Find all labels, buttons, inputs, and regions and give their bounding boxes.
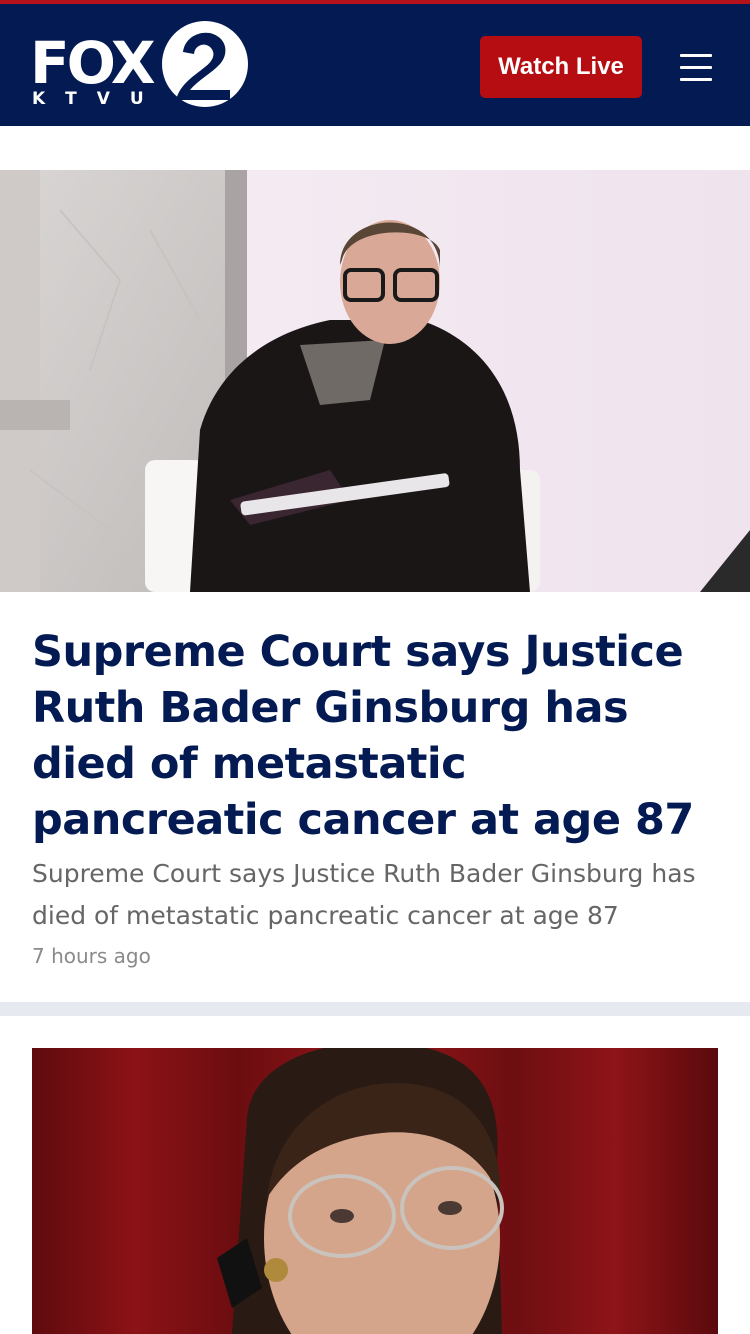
section-divider [0,1002,750,1016]
logo-fox-text: FOX [30,29,156,97]
watch-live-button[interactable]: Watch Live [480,36,642,98]
fox2-ktvu-logo[interactable]: FOX KTVU [30,18,250,114]
logo-ktvu-text: KTVU [32,89,164,109]
article-hero-image[interactable] [0,170,750,592]
site-header: FOX KTVU Watch Live [0,4,750,126]
article-summary: Supreme Court says Justice Ruth Bader Gi… [32,859,696,930]
hero-photo [0,170,750,592]
second-photo [32,1048,718,1334]
article-timestamp: 7 hours ago [32,944,151,968]
logo-2-mark [162,21,248,107]
hamburger-menu-icon[interactable] [680,54,712,82]
article-headline[interactable]: Supreme Court says Justice Ruth Bader Gi… [32,624,722,848]
second-article-image[interactable] [32,1048,718,1334]
